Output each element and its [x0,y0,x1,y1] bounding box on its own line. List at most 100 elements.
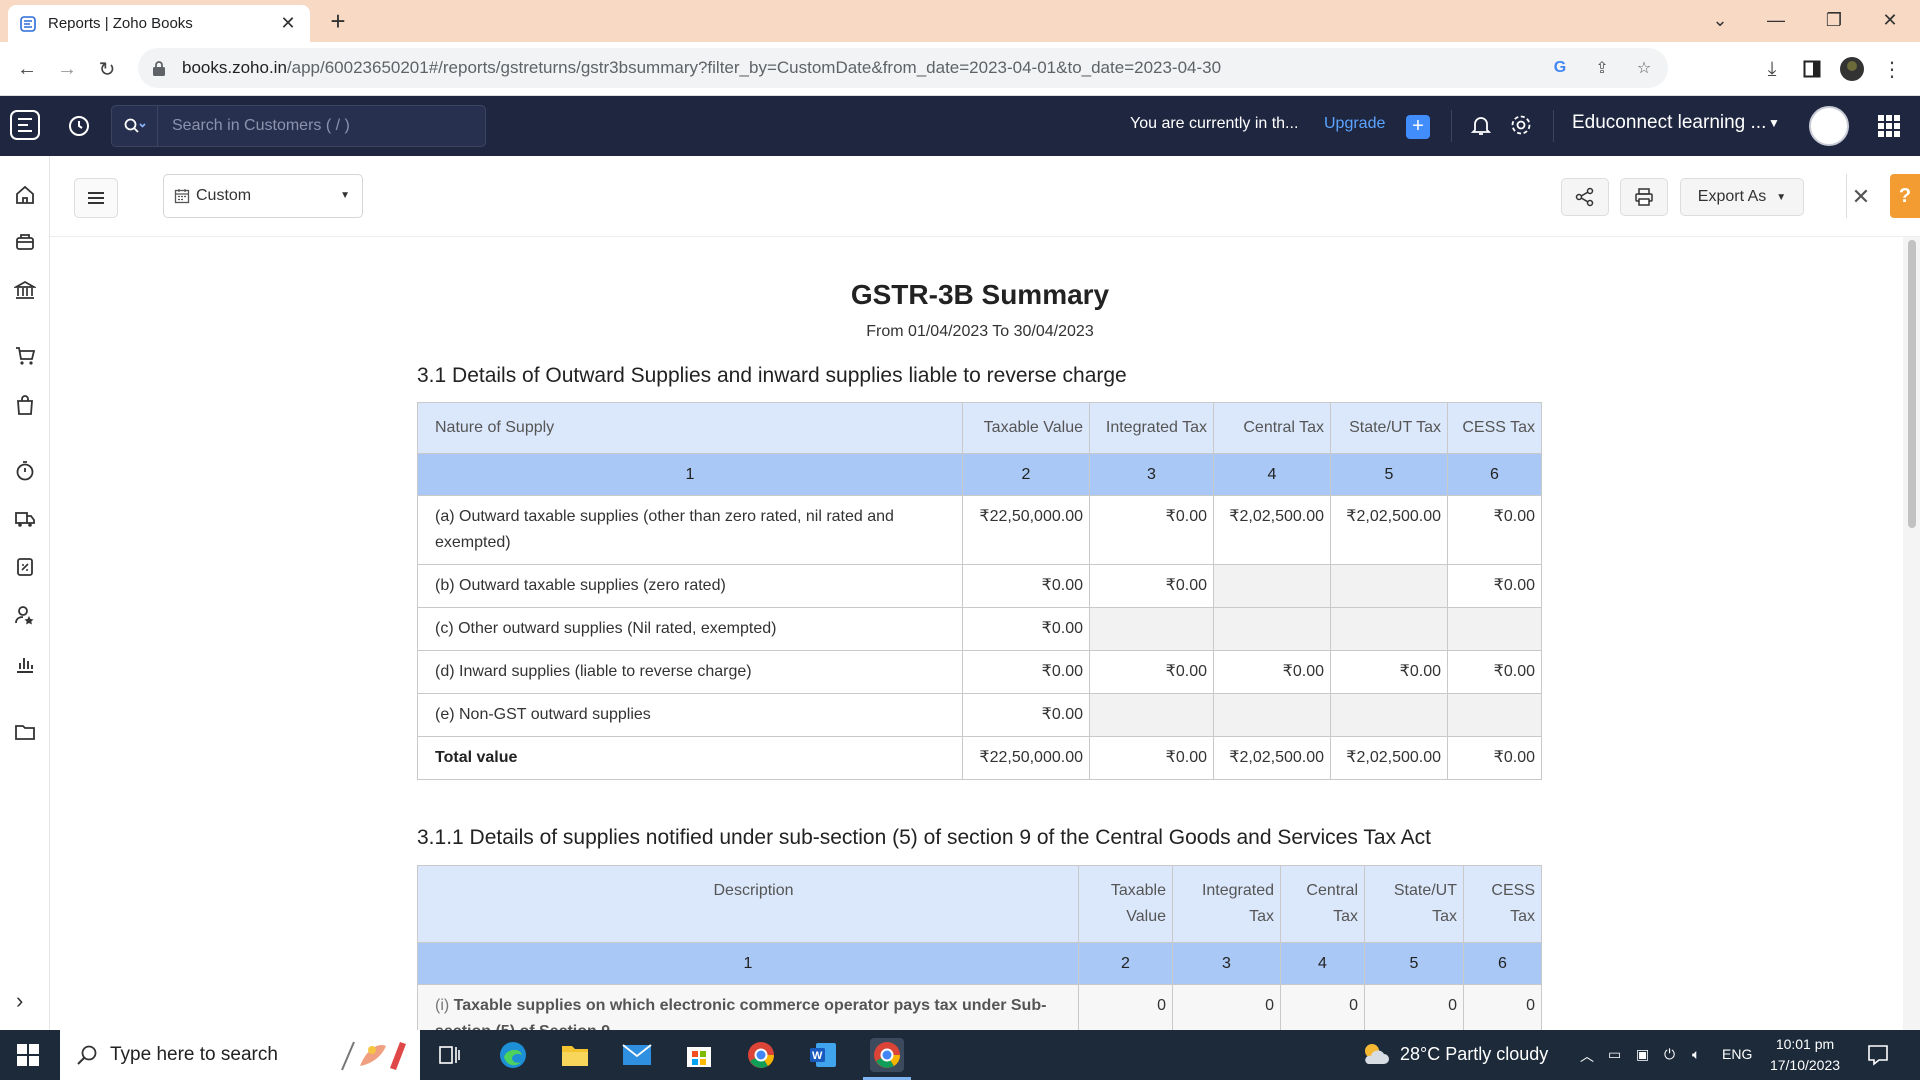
quick-create-button[interactable]: + [1406,115,1430,139]
central-tax-cell[interactable]: ₹2,02,500.00 [1213,495,1331,565]
export-as-dropdown[interactable]: Export As ▼ [1680,178,1804,216]
reload-button[interactable]: ↻ [92,54,122,84]
gear-icon[interactable] [1509,113,1533,137]
banking-icon[interactable] [13,278,37,302]
customer-portal-icon[interactable] [13,603,37,627]
file-explorer-icon[interactable] [558,1038,592,1072]
apps-grid-icon[interactable] [1878,115,1900,137]
power-icon[interactable]: ⏻ [1664,1046,1675,1063]
integrated-tax-cell[interactable]: ₹0.00 [1089,495,1214,565]
column-number-row: 1 2 3 4 5 6 [417,453,1542,496]
browser-tab[interactable]: Reports | Zoho Books ✕ [8,5,310,42]
chevron-up-icon[interactable]: ︿ [1580,1046,1594,1066]
taskbar-search-input[interactable]: Type here to search [110,1044,278,1066]
column-header: CESS Tax [1447,402,1542,454]
home-icon[interactable] [13,183,37,207]
chrome-active-icon[interactable] [870,1038,904,1072]
microsoft-store-icon[interactable] [682,1038,716,1072]
search-icon[interactable] [112,106,158,146]
minimize-button[interactable]: — [1748,0,1804,40]
notifications-icon[interactable] [1866,1043,1890,1067]
side-panel-icon[interactable] [1797,54,1827,84]
chevron-right-icon[interactable]: › [16,988,23,1014]
chevron-down-icon[interactable]: ▼ [1768,116,1780,130]
hamburger-menu-button[interactable] [74,178,118,218]
sales-icon[interactable] [13,344,37,368]
taxable-value-cell[interactable]: ₹0.00 [962,693,1090,737]
google-icon[interactable]: G [1550,58,1570,78]
bookmark-star-icon[interactable]: ☆ [1634,58,1654,78]
scrollbar-thumb[interactable] [1908,240,1916,528]
integrated-tax-cell[interactable]: ₹0.00 [1089,650,1214,694]
close-icon[interactable]: ✕ [1850,186,1872,208]
address-bar[interactable]: books.zoho.in/app/60023650201#/reports/g… [138,48,1668,88]
restore-button[interactable]: ❐ [1806,0,1862,40]
language-indicator[interactable]: ENG [1722,1046,1752,1062]
word-icon[interactable]: W [806,1038,840,1072]
help-icon[interactable]: ? [1890,174,1920,218]
windows-start-icon[interactable] [17,1044,39,1066]
time-tracking-icon[interactable] [13,459,37,483]
browser-menu-icon[interactable]: ⋮ [1877,54,1907,84]
avatar[interactable] [1809,106,1849,146]
cess-tax-cell[interactable]: ₹0.00 [1447,495,1542,565]
taxable-value-cell[interactable]: ₹0.00 [962,650,1090,694]
tab-search-chevron-icon[interactable]: ⌄ [1692,0,1748,40]
task-view-icon[interactable] [432,1038,466,1072]
share-button[interactable] [1561,178,1609,216]
date-range-dropdown[interactable]: Custom ▼ [163,174,363,218]
state-tax-cell[interactable]: ₹2,02,500.00 [1330,495,1448,565]
cess-tax-cell[interactable]: ₹0.00 [1447,564,1542,608]
forward-button[interactable]: → [52,54,82,84]
system-clock[interactable]: 10:01 pm 17/10/2023 [1760,1034,1850,1076]
taxable-value-cell[interactable]: ₹22,50,000.00 [962,495,1090,565]
edge-icon[interactable] [496,1038,530,1072]
new-tab-button[interactable]: + [324,7,352,35]
chrome-icon[interactable] [744,1038,778,1072]
svg-text:W: W [812,1050,823,1062]
search-input[interactable]: Search in Customers ( / ) [158,117,350,135]
reports-icon[interactable] [13,652,37,676]
state-tax-cell[interactable]: 0 [1364,984,1464,1030]
battery-icon[interactable]: ▭ [1608,1046,1621,1063]
share-page-icon[interactable]: ⇪ [1592,58,1612,78]
row-label: (b) Outward taxable supplies (zero rated… [417,564,963,608]
volume-icon[interactable]: 🔈︎ [1692,1046,1700,1063]
recent-icon[interactable] [66,113,92,139]
ewaybill-icon[interactable] [13,507,37,531]
weather-text[interactable]: 28°C Partly cloudy [1400,1044,1548,1065]
taskbar-search[interactable]: Type here to search [60,1030,420,1080]
central-tax-cell[interactable]: ₹0.00 [1213,650,1331,694]
bell-icon[interactable] [1469,113,1493,137]
mail-icon[interactable] [620,1038,654,1072]
state-tax-cell[interactable]: ₹0.00 [1330,650,1448,694]
items-icon[interactable] [13,230,37,254]
tab-close-icon[interactable]: ✕ [278,13,298,34]
upgrade-link[interactable]: Upgrade [1324,115,1385,133]
taxable-value-cell[interactable]: ₹0.00 [962,607,1090,651]
central-tax-cell[interactable]: 0 [1280,984,1365,1030]
accountant-icon[interactable] [13,555,37,579]
search-bar[interactable]: Search in Customers ( / ) [111,105,486,147]
organization-name[interactable]: Educonnect learning ... [1572,112,1766,134]
table-row: (b) Outward taxable supplies (zero rated… [417,564,1542,608]
taxable-value-cell[interactable]: ₹0.00 [962,564,1090,608]
integrated-tax-cell[interactable]: 0 [1172,984,1281,1030]
download-icon[interactable]: ⤓ [1757,54,1787,84]
column-number: 2 [962,453,1090,496]
print-button[interactable] [1620,178,1668,216]
zoho-books-icon[interactable] [8,108,42,142]
window-close-button[interactable]: ✕ [1862,0,1918,40]
cess-tax-cell[interactable]: ₹0.00 [1447,650,1542,694]
purchases-icon[interactable] [13,393,37,417]
taxable-value-cell[interactable]: 0 [1078,984,1173,1030]
integrated-tax-cell[interactable]: ₹0.00 [1089,564,1214,608]
report-title: GSTR-3B Summary [850,279,1110,310]
cess-tax-cell[interactable]: 0 [1463,984,1542,1030]
back-button[interactable]: ← [12,54,42,84]
weather-icon[interactable] [1360,1040,1390,1068]
network-icon[interactable]: ▣ [1636,1046,1649,1063]
profile-avatar-icon[interactable] [1837,54,1867,84]
row-label: (c) Other outward supplies (Nil rated, e… [417,607,963,651]
documents-icon[interactable] [13,719,37,743]
